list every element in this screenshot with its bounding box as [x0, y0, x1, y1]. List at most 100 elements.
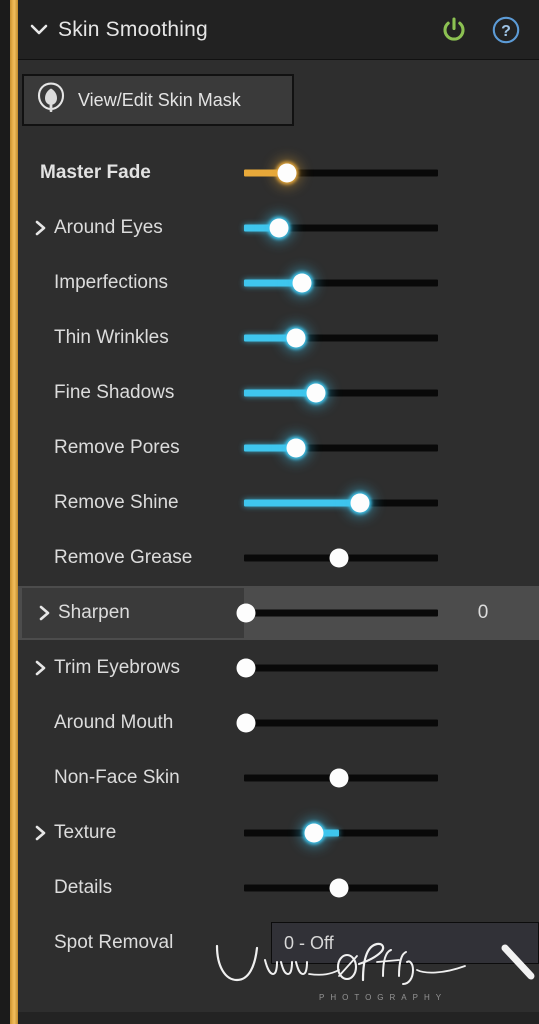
- slider-knob[interactable]: [329, 878, 349, 898]
- chevron-down-icon[interactable]: [24, 23, 54, 37]
- chevron-right-icon[interactable]: [30, 824, 52, 842]
- view-edit-skin-mask-label: View/Edit Skin Mask: [78, 89, 241, 110]
- slider-knob[interactable]: [306, 383, 326, 403]
- view-edit-skin-mask-button[interactable]: View/Edit Skin Mask: [22, 74, 294, 126]
- slider-row[interactable]: Fine Shadows: [18, 366, 539, 420]
- slider-row[interactable]: Remove Grease: [18, 531, 539, 585]
- slider-row[interactable]: Trim Eyebrows: [18, 641, 539, 695]
- slider-track[interactable]: [244, 829, 438, 837]
- slider-row-label-box: Trim Eyebrows: [18, 641, 244, 695]
- spot-removal-row: Spot Removal 0 - Off: [18, 916, 539, 970]
- slider-row[interactable]: Texture: [18, 806, 539, 860]
- slider-knob[interactable]: [236, 658, 256, 678]
- slider-knob[interactable]: [236, 603, 256, 623]
- slider-row[interactable]: Imperfections: [18, 256, 539, 310]
- chevron-right-icon[interactable]: [30, 659, 52, 677]
- slider-control[interactable]: [244, 366, 440, 420]
- slider-row[interactable]: Around Eyes: [18, 201, 539, 255]
- slider-row-label-box: Master Fade: [18, 146, 244, 200]
- slider-control[interactable]: [244, 146, 440, 200]
- slider-row-label: Master Fade: [40, 162, 151, 183]
- slider-control[interactable]: [244, 201, 440, 255]
- page-title: Skin Smoothing: [58, 17, 208, 41]
- slider-control[interactable]: [244, 806, 440, 860]
- slider-track[interactable]: [244, 719, 438, 727]
- slider-row[interactable]: Remove Shine: [18, 476, 539, 530]
- slider-row-label-box: Fine Shadows: [18, 366, 244, 420]
- slider-row-label: Remove Grease: [54, 547, 193, 568]
- slider-row[interactable]: Remove Pores: [18, 421, 539, 475]
- slider-row[interactable]: Non-Face Skin: [18, 751, 539, 805]
- slider-control[interactable]: [244, 421, 440, 475]
- slider-knob[interactable]: [292, 273, 312, 293]
- slider-control[interactable]: [244, 256, 440, 310]
- slider-knob[interactable]: [350, 493, 370, 513]
- slider-row-label: Trim Eyebrows: [54, 657, 180, 678]
- slider-knob[interactable]: [304, 823, 324, 843]
- power-toggle-icon[interactable]: [439, 15, 469, 45]
- slider-knob[interactable]: [277, 163, 297, 183]
- slider-row-label: Sharpen: [58, 602, 130, 623]
- slider-row-label: Details: [54, 877, 113, 898]
- slider-control[interactable]: [244, 531, 440, 585]
- slider-row-label: Non-Face Skin: [54, 767, 180, 788]
- slider-row-label-box: Sharpen: [22, 588, 244, 638]
- slider-row-label: Remove Pores: [54, 437, 180, 458]
- slider-row[interactable]: Details: [18, 861, 539, 915]
- slider-row-label-box: Texture: [18, 806, 244, 860]
- spot-removal-select[interactable]: 0 - Off: [271, 922, 539, 964]
- panel-accent-bar: [10, 0, 18, 1024]
- slider-row-label-box: Remove Grease: [18, 531, 244, 585]
- slider-row-label: Texture: [54, 822, 117, 843]
- slider-knob[interactable]: [236, 713, 256, 733]
- slider-row-label: Thin Wrinkles: [54, 327, 169, 348]
- slider-track[interactable]: [244, 664, 438, 672]
- watermark-subtitle: PHOTOGRAPHY: [319, 993, 448, 1002]
- slider-row-label-box: Remove Pores: [18, 421, 244, 475]
- slider-knob[interactable]: [329, 548, 349, 568]
- slider-track[interactable]: [244, 609, 438, 617]
- slider-knob[interactable]: [286, 438, 306, 458]
- slider-row-label-box: Around Mouth: [18, 696, 244, 750]
- slider-row-label: Around Eyes: [54, 217, 163, 238]
- slider-row-label: Fine Shadows: [54, 382, 175, 403]
- slider-control[interactable]: [244, 311, 440, 365]
- slider-row-label-box: Non-Face Skin: [18, 751, 244, 805]
- slider-control[interactable]: [244, 476, 440, 530]
- slider-row[interactable]: Around Mouth: [18, 696, 539, 750]
- help-circle-icon[interactable]: ?: [491, 15, 521, 45]
- slider-control[interactable]: [236, 586, 440, 640]
- slider-row-label-box: Thin Wrinkles: [18, 311, 244, 365]
- slider-knob[interactable]: [329, 768, 349, 788]
- slider-row-label: Around Mouth: [54, 712, 174, 733]
- slider-row-label-box: Around Eyes: [18, 201, 244, 255]
- panel-header: Skin Smoothing ?: [18, 0, 539, 60]
- slider-control[interactable]: [236, 641, 440, 695]
- skin-mask-icon: [36, 81, 66, 120]
- slider-fill: [244, 499, 361, 507]
- panel-body: View/Edit Skin Mask Master Fade Around Ey…: [18, 60, 539, 1024]
- slider-row-label-box: Details: [18, 861, 244, 915]
- slider-row-label-box: Imperfections: [18, 256, 244, 310]
- panel-bottom-strip: [18, 1012, 539, 1024]
- slider-control[interactable]: [244, 751, 440, 805]
- spot-removal-label: Spot Removal: [54, 932, 174, 953]
- slider-row[interactable]: Thin Wrinkles: [18, 311, 539, 365]
- slider-knob[interactable]: [269, 218, 289, 238]
- slider-fill: [244, 389, 316, 397]
- slider-row-label: Remove Shine: [54, 492, 179, 513]
- chevron-right-icon[interactable]: [30, 219, 52, 237]
- slider-row[interactable]: Master Fade: [18, 146, 539, 200]
- svg-text:?: ?: [501, 23, 511, 40]
- slider-control[interactable]: [244, 861, 440, 915]
- slider-row-label-box: Remove Shine: [18, 476, 244, 530]
- chevron-right-icon[interactable]: [34, 604, 56, 622]
- slider-knob[interactable]: [286, 328, 306, 348]
- slider-row-label: Imperfections: [54, 272, 169, 293]
- spot-removal-selected-value: 0 - Off: [284, 932, 334, 953]
- header-icon-group: ?: [439, 15, 521, 45]
- slider-control[interactable]: [236, 696, 440, 750]
- slider-row[interactable]: Sharpen 0: [18, 586, 539, 640]
- skin-smoothing-panel: Skin Smoothing ? View/Edit Skin Mask Mas…: [0, 0, 539, 1024]
- slider-value: 0: [477, 602, 489, 623]
